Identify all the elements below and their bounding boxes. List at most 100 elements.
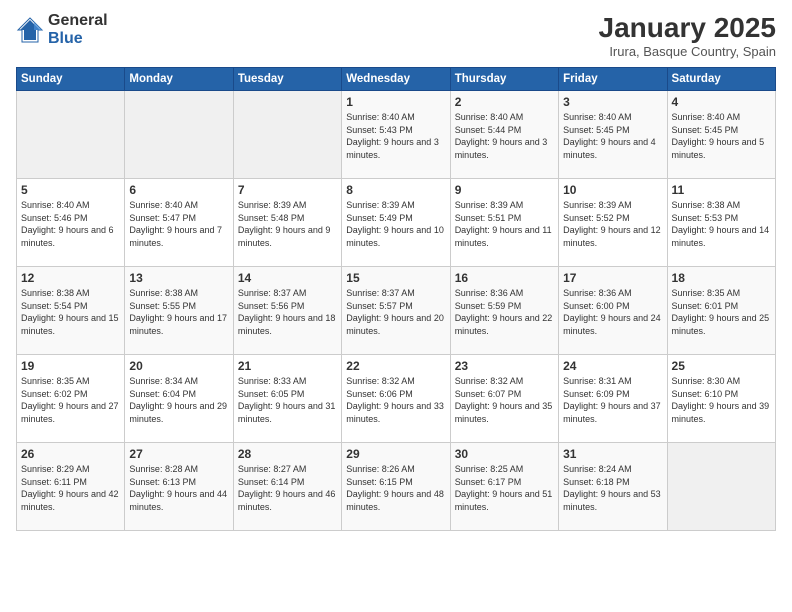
day-number: 6: [129, 183, 228, 197]
day-cell: [233, 91, 341, 179]
day-info: Sunrise: 8:40 AMSunset: 5:44 PMDaylight:…: [455, 111, 554, 161]
week-row-2: 5Sunrise: 8:40 AMSunset: 5:46 PMDaylight…: [17, 179, 776, 267]
col-friday: Friday: [559, 68, 667, 91]
day-info: Sunrise: 8:39 AMSunset: 5:49 PMDaylight:…: [346, 199, 445, 249]
day-number: 13: [129, 271, 228, 285]
day-info: Sunrise: 8:36 AMSunset: 6:00 PMDaylight:…: [563, 287, 662, 337]
day-cell: 27Sunrise: 8:28 AMSunset: 6:13 PMDayligh…: [125, 443, 233, 531]
day-info: Sunrise: 8:36 AMSunset: 5:59 PMDaylight:…: [455, 287, 554, 337]
day-info: Sunrise: 8:40 AMSunset: 5:43 PMDaylight:…: [346, 111, 445, 161]
day-cell: 6 Sunrise: 8:40 AMSunset: 5:47 PMDaylight…: [125, 179, 233, 267]
day-number: 23: [455, 359, 554, 373]
day-number: 7: [238, 183, 337, 197]
day-number: 12: [21, 271, 120, 285]
day-cell: 31 Sunrise: 8:24 AMSunset: 6:18 PMDayligh…: [559, 443, 667, 531]
page: General Blue January 2025 Irura, Basque …: [0, 0, 792, 612]
logo-icon: [16, 16, 44, 44]
col-thursday: Thursday: [450, 68, 558, 91]
day-info: Sunrise: 8:33 AMSunset: 6:05 PMDaylight:…: [238, 375, 337, 425]
day-cell: 13Sunrise: 8:38 AMSunset: 5:55 PMDayligh…: [125, 267, 233, 355]
day-info: Sunrise: 8:24 AMSunset: 6:18 PMDaylight:…: [563, 463, 662, 513]
day-cell: 16 Sunrise: 8:36 AMSunset: 5:59 PMDayligh…: [450, 267, 558, 355]
calendar-header: Sunday Monday Tuesday Wednesday Thursday…: [17, 68, 776, 91]
day-info: Sunrise: 8:37 AMSunset: 5:56 PMDaylight:…: [238, 287, 337, 337]
day-cell: [125, 91, 233, 179]
day-number: 9: [455, 183, 554, 197]
calendar-table: Sunday Monday Tuesday Wednesday Thursday…: [16, 67, 776, 531]
week-row-4: 19Sunrise: 8:35 AMSunset: 6:02 PMDayligh…: [17, 355, 776, 443]
day-number: 29: [346, 447, 445, 461]
day-cell: 25Sunrise: 8:30 AMSunset: 6:10 PMDayligh…: [667, 355, 775, 443]
day-cell: 2 Sunrise: 8:40 AMSunset: 5:44 PMDaylight…: [450, 91, 558, 179]
col-saturday: Saturday: [667, 68, 775, 91]
day-number: 4: [672, 95, 771, 109]
calendar-subtitle: Irura, Basque Country, Spain: [599, 44, 776, 59]
col-monday: Monday: [125, 68, 233, 91]
day-info: Sunrise: 8:32 AMSunset: 6:06 PMDaylight:…: [346, 375, 445, 425]
week-row-3: 12 Sunrise: 8:38 AMSunset: 5:54 PMDayligh…: [17, 267, 776, 355]
day-number: 3: [563, 95, 662, 109]
col-sunday: Sunday: [17, 68, 125, 91]
header-row: Sunday Monday Tuesday Wednesday Thursday…: [17, 68, 776, 91]
day-number: 15: [346, 271, 445, 285]
day-cell: 22 Sunrise: 8:32 AMSunset: 6:06 PMDayligh…: [342, 355, 450, 443]
day-cell: 29 Sunrise: 8:26 AMSunset: 6:15 PMDayligh…: [342, 443, 450, 531]
day-info: Sunrise: 8:32 AMSunset: 6:07 PMDaylight:…: [455, 375, 554, 425]
day-cell: 30 Sunrise: 8:25 AMSunset: 6:17 PMDayligh…: [450, 443, 558, 531]
calendar-body: 1Sunrise: 8:40 AMSunset: 5:43 PMDaylight…: [17, 91, 776, 531]
day-info: Sunrise: 8:26 AMSunset: 6:15 PMDaylight:…: [346, 463, 445, 513]
day-info: Sunrise: 8:35 AMSunset: 6:02 PMDaylight:…: [21, 375, 120, 425]
day-info: Sunrise: 8:29 AMSunset: 6:11 PMDaylight:…: [21, 463, 120, 513]
day-cell: 26 Sunrise: 8:29 AMSunset: 6:11 PMDayligh…: [17, 443, 125, 531]
day-info: Sunrise: 8:34 AMSunset: 6:04 PMDaylight:…: [129, 375, 228, 425]
logo: General Blue: [16, 12, 108, 47]
day-info: Sunrise: 8:27 AMSunset: 6:14 PMDaylight:…: [238, 463, 337, 513]
day-cell: 9 Sunrise: 8:39 AMSunset: 5:51 PMDaylight…: [450, 179, 558, 267]
day-number: 24: [563, 359, 662, 373]
logo-text: General Blue: [48, 12, 108, 47]
day-info: Sunrise: 8:39 AMSunset: 5:52 PMDaylight:…: [563, 199, 662, 249]
day-info: Sunrise: 8:37 AMSunset: 5:57 PMDaylight:…: [346, 287, 445, 337]
week-row-5: 26 Sunrise: 8:29 AMSunset: 6:11 PMDayligh…: [17, 443, 776, 531]
day-cell: 1Sunrise: 8:40 AMSunset: 5:43 PMDaylight…: [342, 91, 450, 179]
day-info: Sunrise: 8:40 AMSunset: 5:45 PMDaylight:…: [563, 111, 662, 161]
day-number: 14: [238, 271, 337, 285]
day-number: 28: [238, 447, 337, 461]
day-cell: 17 Sunrise: 8:36 AMSunset: 6:00 PMDayligh…: [559, 267, 667, 355]
day-number: 10: [563, 183, 662, 197]
day-number: 5: [21, 183, 120, 197]
day-info: Sunrise: 8:25 AMSunset: 6:17 PMDaylight:…: [455, 463, 554, 513]
day-info: Sunrise: 8:39 AMSunset: 5:51 PMDaylight:…: [455, 199, 554, 249]
day-number: 26: [21, 447, 120, 461]
day-cell: 8Sunrise: 8:39 AMSunset: 5:49 PMDaylight…: [342, 179, 450, 267]
day-info: Sunrise: 8:38 AMSunset: 5:54 PMDaylight:…: [21, 287, 120, 337]
day-number: 17: [563, 271, 662, 285]
day-cell: 15 Sunrise: 8:37 AMSunset: 5:57 PMDayligh…: [342, 267, 450, 355]
week-row-1: 1Sunrise: 8:40 AMSunset: 5:43 PMDaylight…: [17, 91, 776, 179]
day-number: 18: [672, 271, 771, 285]
day-number: 25: [672, 359, 771, 373]
day-info: Sunrise: 8:39 AMSunset: 5:48 PMDaylight:…: [238, 199, 337, 249]
day-cell: 11Sunrise: 8:38 AMSunset: 5:53 PMDayligh…: [667, 179, 775, 267]
day-cell: 7 Sunrise: 8:39 AMSunset: 5:48 PMDaylight…: [233, 179, 341, 267]
day-number: 16: [455, 271, 554, 285]
col-tuesday: Tuesday: [233, 68, 341, 91]
logo-general-text: General: [48, 12, 108, 30]
day-info: Sunrise: 8:28 AMSunset: 6:13 PMDaylight:…: [129, 463, 228, 513]
title-block: January 2025 Irura, Basque Country, Spai…: [599, 12, 776, 59]
day-number: 31: [563, 447, 662, 461]
col-wednesday: Wednesday: [342, 68, 450, 91]
day-cell: 18Sunrise: 8:35 AMSunset: 6:01 PMDayligh…: [667, 267, 775, 355]
day-number: 22: [346, 359, 445, 373]
day-info: Sunrise: 8:40 AMSunset: 5:47 PMDaylight:…: [129, 199, 228, 249]
day-number: 20: [129, 359, 228, 373]
day-cell: [17, 91, 125, 179]
day-number: 30: [455, 447, 554, 461]
day-info: Sunrise: 8:40 AMSunset: 5:45 PMDaylight:…: [672, 111, 771, 161]
day-cell: 3 Sunrise: 8:40 AMSunset: 5:45 PMDaylight…: [559, 91, 667, 179]
day-number: 11: [672, 183, 771, 197]
day-cell: 5Sunrise: 8:40 AMSunset: 5:46 PMDaylight…: [17, 179, 125, 267]
calendar-title: January 2025: [599, 12, 776, 44]
day-info: Sunrise: 8:31 AMSunset: 6:09 PMDaylight:…: [563, 375, 662, 425]
day-number: 2: [455, 95, 554, 109]
